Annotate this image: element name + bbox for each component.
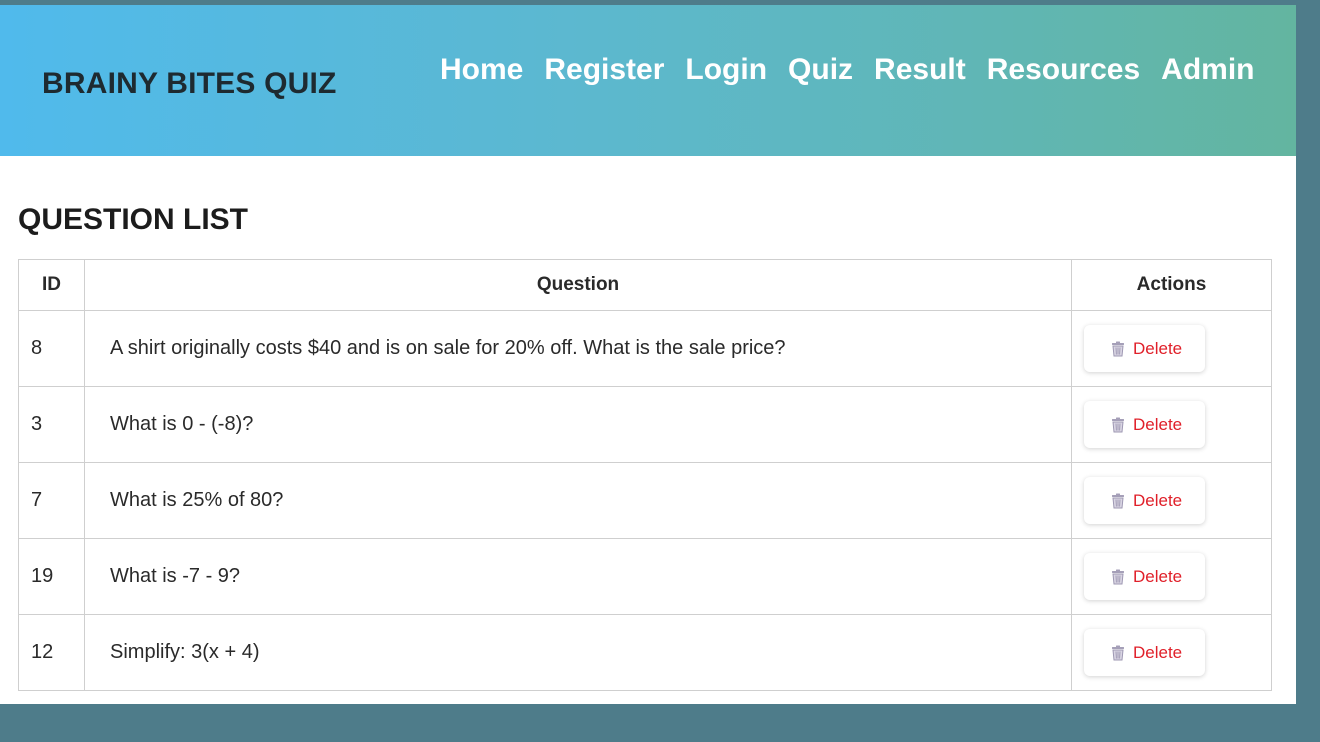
nav-result-link[interactable]: Result [874,53,966,87]
actions-cell: Delete [1071,538,1272,615]
delete-label: Delete [1133,566,1183,586]
trash-icon [1112,493,1124,508]
nav-quiz-link[interactable]: Quiz [788,53,853,87]
table-row: 3 What is 0 - (-8)? Delete [18,386,1272,463]
site-brand: BRAINY BITES QUIZ [42,67,337,100]
column-header-id: ID [18,259,85,311]
question-table: ID Question Actions 8 A shirt originally… [18,259,1272,691]
delete-button[interactable]: Delete [1084,553,1205,600]
page: BRAINY BITES QUIZ Home Register Login Qu… [0,5,1296,704]
nav-register-link[interactable]: Register [544,53,664,87]
question-id-cell: 8 [18,310,85,387]
delete-button[interactable]: Delete [1084,477,1205,524]
delete-label: Delete [1133,338,1183,358]
question-text-cell: What is 0 - (-8)? [84,386,1072,463]
question-text-cell: What is -7 - 9? [84,538,1072,615]
column-header-actions: Actions [1071,259,1272,311]
site-header: BRAINY BITES QUIZ Home Register Login Qu… [0,5,1296,156]
delete-label: Delete [1133,490,1183,510]
question-id-cell: 7 [18,462,85,539]
actions-cell: Delete [1071,614,1272,691]
table-row: 12 Simplify: 3(x + 4) Delete [18,614,1272,691]
table-row: 8 A shirt originally costs $40 and is on… [18,310,1272,387]
nav-login-link[interactable]: Login [685,53,767,87]
trash-icon [1112,341,1124,356]
trash-icon [1112,417,1124,432]
delete-label: Delete [1133,414,1183,434]
nav-resources-link[interactable]: Resources [987,53,1140,87]
trash-icon [1112,645,1124,660]
page-title: QUESTION LIST [18,203,249,236]
nav-admin-link[interactable]: Admin [1161,53,1254,87]
trash-icon [1112,569,1124,584]
delete-button[interactable]: Delete [1084,629,1205,676]
delete-button[interactable]: Delete [1084,401,1205,448]
delete-button[interactable]: Delete [1084,325,1205,372]
main-nav: Home Register Login Quiz Result Resource… [440,53,1254,87]
nav-home-link[interactable]: Home [440,53,523,87]
question-text-cell: Simplify: 3(x + 4) [84,614,1072,691]
actions-cell: Delete [1071,310,1272,387]
question-text-cell: What is 25% of 80? [84,462,1072,539]
delete-label: Delete [1133,642,1183,662]
actions-cell: Delete [1071,462,1272,539]
table-header-row: ID Question Actions [18,259,1272,311]
question-id-cell: 19 [18,538,85,615]
question-text-cell: A shirt originally costs $40 and is on s… [84,310,1072,387]
actions-cell: Delete [1071,386,1272,463]
table-row: 19 What is -7 - 9? Delete [18,538,1272,615]
column-header-question: Question [84,259,1072,311]
question-id-cell: 3 [18,386,85,463]
table-row: 7 What is 25% of 80? Delete [18,462,1272,539]
question-id-cell: 12 [18,614,85,691]
